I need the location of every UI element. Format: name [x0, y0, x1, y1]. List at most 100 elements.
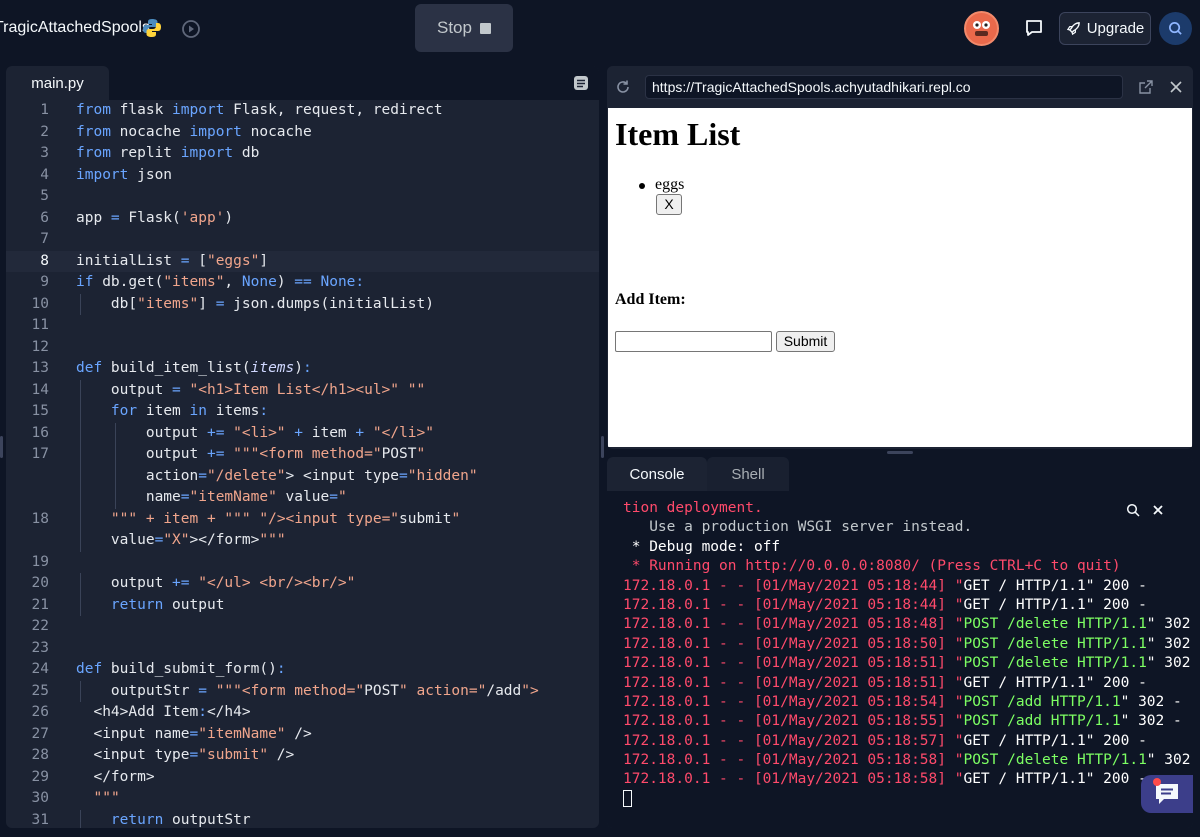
help-chat-button[interactable]	[1141, 775, 1193, 813]
code-line[interactable]: 24 def build_submit_form():	[6, 659, 599, 681]
close-icon[interactable]	[1169, 80, 1183, 94]
code-line[interactable]: 16 output += "<li>" + item + "</li>"	[6, 422, 599, 444]
add-item-heading: Add Item:	[615, 291, 686, 308]
code-line[interactable]: 22	[6, 616, 599, 638]
chat-icon[interactable]	[1024, 18, 1044, 38]
code-line[interactable]: 15 for item in items:	[6, 401, 599, 423]
console-text: " 302 -	[1146, 655, 1191, 672]
code-line[interactable]: 18 """ + item + """ "/><input type="subm…	[6, 508, 599, 530]
console-line: 172.18.0.1 - - [01/May/2021 05:18:48] "P…	[623, 615, 1193, 634]
left-resize-grip[interactable]	[0, 436, 3, 458]
editor-menu-icon[interactable]	[573, 75, 589, 91]
code-line[interactable]: 17 output += """<form method="POST"	[6, 444, 599, 466]
code-line[interactable]: 23	[6, 638, 599, 660]
open-new-tab-icon[interactable]	[1139, 80, 1153, 94]
code-line[interactable]: 19	[6, 552, 599, 574]
upgrade-label: Upgrade	[1086, 20, 1145, 37]
code-line[interactable]: 6 app = Flask('app')	[6, 208, 599, 230]
code-line[interactable]: 29 </form>	[6, 767, 599, 789]
console-text: " 302 -	[1146, 616, 1191, 633]
code-line[interactable]: action="/delete"> <input type="hidden"	[6, 465, 599, 487]
code-line[interactable]: 4 import json	[6, 165, 599, 187]
webview-url-bar: https://TragicAttachedSpools.achyutadhik…	[607, 66, 1193, 108]
line-number: 9	[40, 274, 49, 290]
console-search-icon[interactable]	[1126, 503, 1140, 517]
upgrade-button[interactable]: Upgrade	[1059, 12, 1151, 45]
console-text: " 200 -	[1085, 596, 1147, 613]
console-text: * Running on http://0.0.0.0:8080/ (Press…	[623, 558, 1121, 575]
console-text: POST /delete HTTP/1.1	[963, 655, 1147, 672]
tab-shell[interactable]: Shell	[707, 457, 789, 491]
line-number: 12	[31, 338, 49, 355]
code-line[interactable]: 2 from nocache import nocache	[6, 122, 599, 144]
search-button[interactable]	[1159, 12, 1192, 45]
top-bar: TragicAttachedSpools Stop Upgrade	[0, 0, 1200, 58]
editor-tab-bar: main.py	[6, 66, 599, 100]
search-icon	[1169, 22, 1182, 35]
tab-main-py[interactable]: main.py	[6, 66, 109, 100]
console-text: " 200 -	[1085, 732, 1147, 749]
code-line[interactable]: value="X"></form>"""	[6, 530, 599, 552]
code-area[interactable]: 1 from flask import Flask, request, redir…	[6, 100, 599, 828]
reload-icon[interactable]	[615, 79, 631, 95]
console-text: 172.18.0.1 - - [01/May/2021 05:18:51] "	[623, 674, 964, 691]
line-code: name="itemName" value="	[76, 489, 347, 505]
code-line[interactable]: 26 <h4>Add Item:</h4>	[6, 702, 599, 724]
console-text: GET / HTTP/1.1	[963, 577, 1086, 594]
code-line[interactable]: name="itemName" value="	[6, 487, 599, 509]
code-line[interactable]: 1 from flask import Flask, request, redir…	[6, 100, 599, 122]
console-text: GET / HTTP/1.1	[963, 771, 1086, 788]
repl-name[interactable]: TragicAttachedSpools	[0, 19, 150, 37]
console-output[interactable]: tion deployment. Use a production WSGI s…	[607, 491, 1193, 828]
avatar[interactable]	[964, 11, 999, 46]
line-number: 31	[31, 811, 49, 828]
stop-icon	[479, 22, 491, 34]
console-text: 172.18.0.1 - - [01/May/2021 05:18:58] "	[623, 771, 964, 788]
line-number: 3	[40, 145, 49, 161]
code-line[interactable]: 3 from replit import db	[6, 143, 599, 165]
line-code: <input type="submit" />	[76, 747, 295, 763]
submit-button[interactable]: Submit	[776, 331, 835, 352]
webview-console-resize-handle[interactable]	[887, 451, 913, 454]
line-number: 17	[31, 446, 49, 462]
code-line[interactable]: 31 return outputStr	[6, 809, 599, 828]
tab-console[interactable]: Console	[607, 457, 707, 491]
console-text: 172.18.0.1 - - [01/May/2021 05:18:48] "	[623, 616, 964, 633]
code-line[interactable]: 30 """	[6, 788, 599, 810]
code-line[interactable]: 13 def build_item_list(items):	[6, 358, 599, 380]
delete-item-button[interactable]: X	[656, 194, 682, 215]
code-line[interactable]: 27 <input name="itemName" />	[6, 724, 599, 746]
line-code: output += "</ul> <br/><br/>"	[76, 575, 356, 591]
stop-label: Stop	[437, 18, 472, 37]
line-number: 13	[31, 360, 49, 376]
code-line[interactable]: 28 <input type="submit" />	[6, 745, 599, 767]
url-input[interactable]: https://TragicAttachedSpools.achyutadhik…	[645, 75, 1123, 99]
line-code: initialList = ["eggs"]	[76, 252, 269, 269]
code-line[interactable]: 8 initialList = ["eggs"]	[6, 250, 599, 272]
stop-button[interactable]: Stop	[415, 4, 513, 52]
code-line[interactable]: 20 output += "</ul> <br/><br/>"	[6, 573, 599, 595]
code-line[interactable]: 11	[6, 315, 599, 337]
line-number: 28	[31, 747, 49, 763]
console-line: * Debug mode: off	[623, 538, 1193, 557]
line-code: </form>	[76, 768, 155, 785]
line-number: 8	[40, 252, 49, 269]
line-code: output += """<form method="POST"	[76, 446, 426, 462]
code-line[interactable]: 21 return output	[6, 594, 599, 616]
console-prompt[interactable]	[623, 790, 1193, 809]
code-line[interactable]: 14 output = "<h1>Item List</h1><ul>" ""	[6, 379, 599, 401]
line-number: 27	[31, 725, 49, 742]
line-number: 2	[40, 123, 49, 140]
code-line[interactable]: 12	[6, 337, 599, 359]
code-line[interactable]: 7	[6, 229, 599, 251]
item-name-input[interactable]	[615, 331, 772, 352]
pane-resize-grip[interactable]	[601, 436, 604, 458]
code-line[interactable]: 5	[6, 186, 599, 208]
code-line[interactable]: 25 outputStr = """<form method="POST" ac…	[6, 680, 599, 702]
console-line: 172.18.0.1 - - [01/May/2021 05:18:50] "P…	[623, 635, 1193, 654]
console-clear-icon[interactable]	[1151, 503, 1165, 517]
avatar-face-icon	[973, 21, 990, 36]
code-line[interactable]: 9 if db.get("items", None) == None:	[6, 272, 599, 294]
code-line[interactable]: 10 db["items"] = json.dumps(initialList)	[6, 293, 599, 315]
history-icon[interactable]	[180, 18, 202, 40]
